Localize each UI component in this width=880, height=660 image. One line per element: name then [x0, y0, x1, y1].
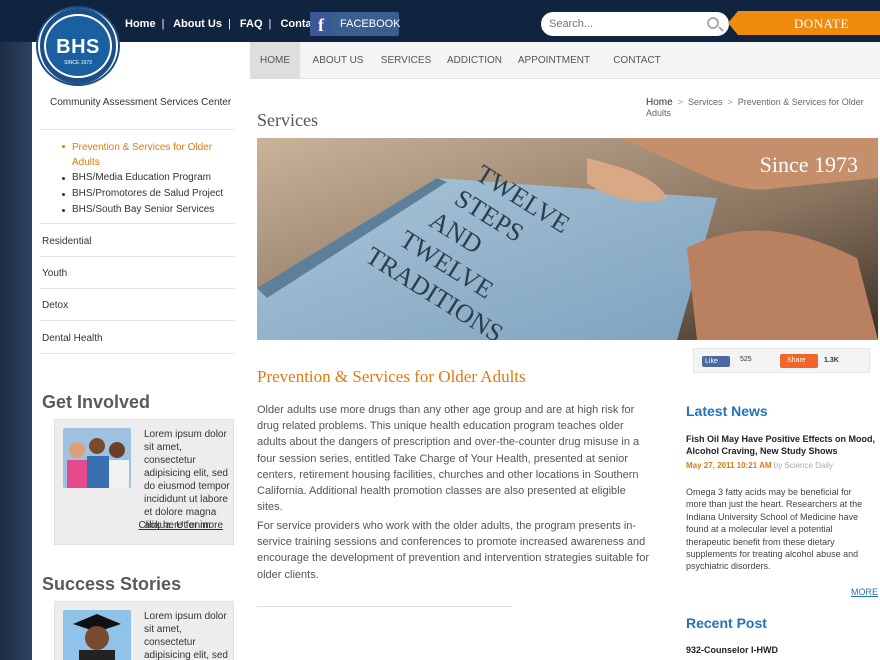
divider	[40, 256, 235, 257]
sidebar-sub-label: BHS/Promotores de Salud Project	[72, 188, 224, 199]
bhs-logo[interactable]: BHS SINCE 1973	[36, 6, 120, 86]
divider	[40, 353, 235, 354]
nav-home[interactable]: HOME	[250, 42, 300, 79]
click-here-link[interactable]: Click here for more	[139, 520, 223, 531]
sidebar-sub-label: BHS/South Bay Senior Services	[72, 204, 215, 215]
recent-post-heading: Recent Post	[686, 615, 767, 631]
sidebar-item-dental-health[interactable]: Dental Health	[42, 333, 103, 344]
facebook-button[interactable]: f FACEBOOK	[310, 12, 401, 36]
get-involved-heading: Get Involved	[42, 392, 151, 412]
share-label: Share	[787, 357, 806, 364]
main-nav: HOME ABOUT US SERVICES ADDICTION APPOINT…	[250, 42, 880, 79]
news-date-text: May 27, 2011 10:21 AM	[686, 461, 772, 470]
hero-caption: Since 1973	[759, 152, 858, 177]
donate-label: DONATE	[794, 16, 849, 31]
news-title-link[interactable]: Fish Oil May Have Positive Effects on Mo…	[686, 433, 880, 457]
sidebar-sub-prevention[interactable]: Prevention & Services for Older Adults	[62, 140, 222, 170]
sidebar-sub-media-education[interactable]: BHS/Media Education Program	[62, 172, 211, 183]
news-source: by Science Daily	[773, 461, 833, 470]
sidebar: Community Assessment Services Center Pre…	[40, 97, 243, 660]
share-count: 1.3K	[824, 357, 839, 364]
page-background-strip	[0, 0, 32, 660]
success-stories-text: Lorem ipsum dolor sit amet, consectetur …	[144, 611, 228, 660]
bullet-icon	[62, 177, 65, 180]
facebook-like-button[interactable]: Like	[702, 356, 730, 367]
search-icon[interactable]	[707, 17, 719, 29]
top-link-home[interactable]: Home	[125, 18, 156, 30]
news-body: Omega 3 fatty acids may be beneficial fo…	[686, 487, 863, 572]
hero-banner: TWELVE STEPS AND TWELVE TRADITIONS Since…	[257, 138, 878, 340]
bullet-icon	[62, 193, 65, 196]
sidebar-item-detox[interactable]: Detox	[42, 300, 68, 311]
divider	[40, 223, 235, 224]
top-bar: Home | About Us | FAQ | Contact f FACEBOOK …	[0, 0, 880, 42]
divider	[40, 288, 235, 289]
success-stories-card: Lorem ipsum dolor sit amet, consectetur …	[54, 601, 234, 660]
bullet-icon	[62, 145, 65, 148]
sidebar-sub-label: BHS/Media Education Program	[72, 172, 211, 183]
like-label: Like	[705, 358, 718, 365]
success-stories-heading: Success Stories	[42, 574, 182, 594]
page-title: Services	[257, 110, 318, 130]
like-count: 525	[740, 356, 752, 363]
get-involved-card: Lorem ipsum dolor sit amet, consectetur …	[54, 419, 234, 545]
sidebar-sub-promotores[interactable]: BHS/Promotores de Salud Project	[62, 188, 224, 199]
sidebar-item-residential[interactable]: Residential	[42, 236, 91, 247]
facebook-icon: f	[310, 12, 332, 36]
nav-addiction[interactable]: ADDICTION	[442, 42, 507, 79]
top-link-about[interactable]: About Us	[173, 18, 222, 30]
nav-contact[interactable]: CONTACT	[602, 42, 672, 79]
content-paragraph: For service providers who work with the …	[257, 520, 649, 581]
latest-news-heading: Latest News	[686, 403, 768, 419]
breadcrumb-home[interactable]: Home	[646, 97, 673, 108]
sidebar-item-youth[interactable]: Youth	[42, 268, 67, 279]
logo-badge: BHS SINCE 1973	[44, 14, 112, 78]
breadcrumb-services[interactable]: Services	[688, 97, 723, 107]
news-date: May 27, 2011 10:21 AM by Science Daily	[686, 461, 833, 470]
recent-post-item[interactable]: 932-Counselor I-HWD	[686, 645, 778, 655]
share-button[interactable]: Share	[780, 354, 818, 368]
get-involved-text: Lorem ipsum dolor sit amet, consectetur …	[144, 429, 230, 531]
family-photo	[63, 428, 131, 488]
sidebar-sub-label: Prevention & Services for Older Adults	[72, 142, 213, 168]
content-heading: Prevention & Services for Older Adults	[257, 367, 526, 386]
top-link-faq[interactable]: FAQ	[240, 18, 263, 30]
divider	[40, 320, 235, 321]
divider	[40, 129, 235, 130]
logo-since: SINCE 1973	[64, 60, 92, 66]
content-paragraph: Older adults use more drugs than any oth…	[257, 404, 640, 514]
search-input[interactable]	[549, 16, 699, 32]
bullet-icon	[62, 209, 65, 212]
breadcrumb: Home > Services > Prevention & Services for …	[646, 97, 864, 118]
facebook-label: FACEBOOK	[340, 18, 401, 30]
more-link[interactable]: MORE	[851, 587, 878, 597]
divider	[257, 606, 512, 607]
top-links: Home | About Us | FAQ | Contact	[125, 18, 322, 30]
sidebar-sub-south-bay[interactable]: BHS/South Bay Senior Services	[62, 204, 215, 215]
donate-button[interactable]: DONATE	[728, 11, 880, 35]
search-box[interactable]	[541, 12, 729, 36]
nav-services[interactable]: SERVICES	[376, 42, 436, 79]
sidebar-item-community-assessment[interactable]: Community Assessment Services Center	[40, 97, 243, 108]
graduate-photo	[63, 610, 131, 660]
page-body: HOME ABOUT US SERVICES ADDICTION APPOINT…	[32, 42, 880, 660]
social-share-bar: Like 525 Share 1.3K	[693, 348, 870, 373]
logo-text: BHS	[56, 36, 100, 58]
nav-appointment[interactable]: APPOINTMENT	[512, 42, 596, 79]
nav-about-us[interactable]: ABOUT US	[308, 42, 368, 79]
